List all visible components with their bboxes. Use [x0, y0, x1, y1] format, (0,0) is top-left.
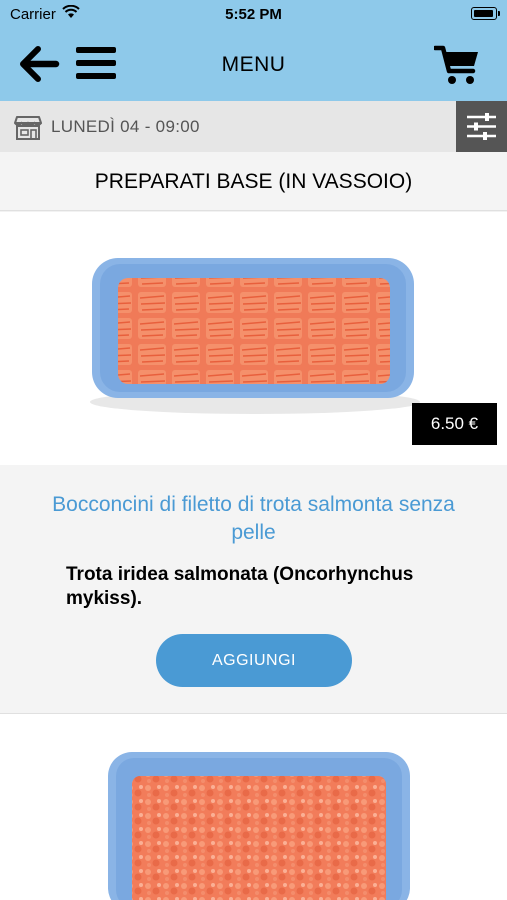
product-image[interactable]	[0, 714, 507, 900]
product-name[interactable]: Bocconcini di filetto di trota salmonta …	[40, 491, 467, 547]
page-title: MENU	[221, 53, 286, 76]
price-tag: 6.50 €	[412, 403, 497, 445]
shop-icon	[14, 116, 42, 140]
delivery-date: LUNEDÌ 04 - 09:00	[51, 117, 200, 136]
nav-bar: MENU	[0, 26, 507, 101]
section-header: PREPARATI BASE (IN VASSOIO)	[0, 152, 507, 211]
delivery-date-bar[interactable]: LUNEDÌ 04 - 09:00	[0, 101, 507, 152]
filter-sliders-icon	[467, 113, 496, 140]
product-card-info: Bocconcini di filetto di trota salmonta …	[0, 465, 507, 714]
status-bar: Carrier 5:52 PM	[0, 0, 507, 26]
battery-icon	[471, 7, 500, 20]
status-time: 5:52 PM	[225, 6, 282, 23]
section-title: PREPARATI BASE (IN VASSOIO)	[94, 170, 413, 193]
cart-icon	[432, 45, 478, 84]
product-photo	[108, 752, 410, 900]
cart-button[interactable]	[432, 44, 480, 86]
filter-button[interactable]	[456, 101, 507, 152]
product-description: Trota iridea salmonata (Oncorhynchus myk…	[66, 564, 414, 609]
add-to-cart-button[interactable]: AGGIUNGI	[156, 634, 352, 687]
